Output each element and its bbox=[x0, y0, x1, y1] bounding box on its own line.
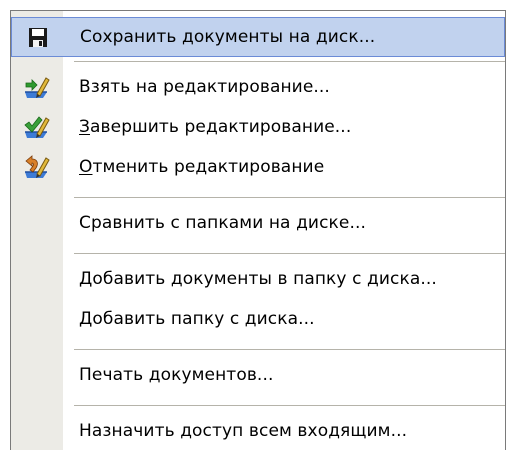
menu-item-assign-access[interactable]: Назначить доступ всем входящим... bbox=[11, 411, 505, 451]
menu-item-label-rest: тменить редактирование bbox=[92, 157, 325, 177]
menu-item-compare-folders[interactable]: Сравнить с папками на диске... bbox=[11, 203, 505, 243]
access-key: О bbox=[79, 157, 93, 177]
menu-item-label: Сравнить с папками на диске... bbox=[79, 213, 366, 233]
menu-separator bbox=[74, 197, 505, 198]
access-key: З bbox=[79, 117, 90, 137]
menu-item-label: Добавить документы в папку с диска... bbox=[79, 269, 437, 289]
save-disk-icon bbox=[24, 25, 52, 51]
menu-item-label: Сохранить документы на диск... bbox=[80, 27, 376, 47]
undo-edit-icon bbox=[23, 154, 51, 180]
menu-item-check-out[interactable]: Взять на редактирование... bbox=[11, 67, 505, 107]
check-out-edit-icon bbox=[23, 74, 51, 100]
menu-item-undo-check-out[interactable]: Отменить редактирование bbox=[11, 147, 505, 187]
menu-separator bbox=[74, 405, 505, 406]
menu-item-label: Добавить папку с диска... bbox=[79, 309, 315, 329]
menu-item-label-rest: авершить редактирование... bbox=[90, 117, 352, 137]
menu-separator bbox=[74, 253, 505, 254]
menu-item-print-documents[interactable]: Печать документов... bbox=[11, 355, 505, 395]
menu-item-add-folder[interactable]: Добавить папку с диска... bbox=[11, 299, 505, 339]
menu-separator bbox=[74, 349, 505, 350]
menu-separator bbox=[74, 61, 505, 62]
check-in-edit-icon bbox=[23, 114, 51, 140]
menu-item-label: Отменить редактирование bbox=[79, 157, 324, 177]
menu-item-add-documents[interactable]: Добавить документы в папку с диска... bbox=[11, 259, 505, 299]
menu-item-label: Взять на редактирование... bbox=[79, 77, 330, 97]
menu-item-save-documents[interactable]: Сохранить документы на диск... bbox=[11, 17, 505, 57]
context-menu: Сохранить документы на диск... Взять на … bbox=[10, 10, 506, 450]
menu-item-label: Печать документов... bbox=[79, 365, 274, 385]
menu-item-label: Назначить доступ всем входящим... bbox=[79, 421, 408, 441]
menu-item-check-in[interactable]: Завершить редактирование... bbox=[11, 107, 505, 147]
menu-item-label: Завершить редактирование... bbox=[79, 117, 351, 137]
